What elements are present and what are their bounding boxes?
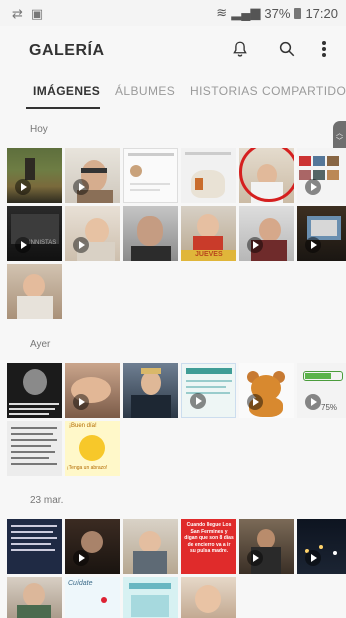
signal-icon: ▂▄▆ bbox=[231, 5, 261, 20]
thumbnail-caption: INNISTAS bbox=[29, 240, 57, 246]
play-icon bbox=[15, 237, 31, 253]
photo-thumbnail[interactable] bbox=[65, 363, 120, 418]
active-tab-indicator bbox=[26, 107, 100, 109]
photo-thumbnail[interactable] bbox=[239, 206, 294, 261]
highlight-circle bbox=[239, 148, 294, 202]
notifications-bell-icon[interactable] bbox=[227, 36, 253, 62]
photo-thumbnail[interactable] bbox=[297, 148, 346, 203]
play-icon bbox=[247, 237, 263, 253]
more-options-icon[interactable] bbox=[311, 36, 337, 62]
photo-thumbnail[interactable]: 75% bbox=[297, 363, 346, 418]
photo-thumbnail[interactable] bbox=[7, 264, 62, 319]
photo-thumbnail[interactable] bbox=[297, 206, 346, 261]
photo-thumbnail[interactable] bbox=[239, 148, 294, 203]
wifi-icon: ≋ bbox=[216, 5, 228, 20]
photo-thumbnail[interactable] bbox=[123, 519, 178, 574]
photo-thumbnail[interactable] bbox=[7, 363, 62, 418]
photo-thumbnail[interactable]: ¡Buen día! ¡Tenga un abrazo! bbox=[65, 421, 120, 476]
app-title: GALERÍA bbox=[29, 42, 105, 59]
tab-compartido[interactable]: COMPARTIDO bbox=[262, 84, 346, 98]
photo-thumbnail[interactable] bbox=[297, 519, 346, 574]
tab-bar: IMÁGENES ÁLBUMES HISTORIAS COMPARTIDO bbox=[0, 78, 346, 109]
photo-thumbnail[interactable] bbox=[239, 519, 294, 574]
search-icon[interactable] bbox=[274, 36, 300, 62]
app-bar: GALERÍA bbox=[0, 26, 346, 74]
play-icon bbox=[305, 237, 321, 253]
status-right: ≋ ▂▄▆ 37% 17:20 bbox=[216, 5, 338, 21]
photo-thumbnail[interactable] bbox=[123, 363, 178, 418]
photo-thumbnail[interactable]: INNISTAS bbox=[7, 206, 62, 261]
thumbnail-caption: Cuando llegue Los San Fermines y digan q… bbox=[184, 522, 234, 554]
photo-thumbnail[interactable] bbox=[181, 148, 236, 203]
play-icon bbox=[247, 550, 263, 566]
tab-albumes[interactable]: ÁLBUMES bbox=[115, 84, 175, 98]
transfer-icon: ⇄ bbox=[12, 6, 23, 21]
photo-thumbnail[interactable] bbox=[239, 363, 294, 418]
thumbnail-caption: Cuídate bbox=[68, 580, 93, 587]
photo-thumbnail[interactable] bbox=[65, 206, 120, 261]
section-label-ayer: Ayer bbox=[30, 339, 51, 350]
play-icon bbox=[190, 393, 206, 409]
photo-thumbnail[interactable] bbox=[7, 519, 62, 574]
play-icon bbox=[15, 179, 31, 195]
photo-thumbnail[interactable] bbox=[123, 577, 178, 618]
photo-thumbnail[interactable] bbox=[7, 148, 62, 203]
play-icon bbox=[73, 394, 89, 410]
battery-percent: 37% bbox=[264, 5, 291, 21]
photo-thumbnail[interactable] bbox=[7, 577, 62, 618]
play-icon bbox=[305, 179, 321, 195]
photo-thumbnail[interactable] bbox=[123, 148, 178, 203]
play-icon bbox=[305, 550, 321, 566]
play-icon bbox=[305, 394, 321, 410]
tab-historias[interactable]: HISTORIAS bbox=[190, 84, 258, 98]
tab-imagenes[interactable]: IMÁGENES bbox=[33, 84, 100, 98]
chevron-down-icon: ﹀ bbox=[336, 138, 343, 145]
thumbnail-caption: ¡Buen día! bbox=[69, 423, 97, 429]
play-icon bbox=[73, 179, 89, 195]
photo-thumbnail[interactable] bbox=[123, 206, 178, 261]
section-label-23-mar: 23 mar. bbox=[30, 495, 64, 506]
clock: 17:20 bbox=[305, 5, 338, 21]
photo-thumbnail[interactable] bbox=[181, 363, 236, 418]
play-icon bbox=[73, 550, 89, 566]
battery-icon bbox=[294, 7, 302, 19]
photo-thumbnail[interactable] bbox=[181, 577, 236, 618]
photo-thumbnail[interactable] bbox=[65, 148, 120, 203]
thumbnail-caption: ¡Tenga un abrazo! bbox=[67, 465, 108, 471]
gallery-notification-icon: ▣ bbox=[30, 6, 44, 21]
section-label-hoy: Hoy bbox=[30, 124, 48, 135]
status-left-icons: ⇄ ▣ bbox=[12, 6, 43, 22]
photo-thumbnail[interactable] bbox=[7, 421, 62, 476]
status-bar: ⇄ ▣ ≋ ▂▄▆ 37% 17:20 bbox=[0, 0, 346, 26]
photo-thumbnail[interactable]: Cuídate bbox=[65, 577, 120, 618]
photo-thumbnail[interactable] bbox=[65, 519, 120, 574]
chevron-up-icon: ︿ bbox=[336, 130, 343, 137]
play-icon bbox=[247, 394, 263, 410]
photo-thumbnail[interactable]: Cuando llegue Los San Fermines y digan q… bbox=[181, 519, 236, 574]
play-icon bbox=[73, 237, 89, 253]
thumbnail-caption: 75% bbox=[321, 403, 338, 412]
photo-thumbnail[interactable]: JUEVES bbox=[181, 206, 236, 261]
thumbnail-caption: JUEVES bbox=[195, 251, 223, 258]
